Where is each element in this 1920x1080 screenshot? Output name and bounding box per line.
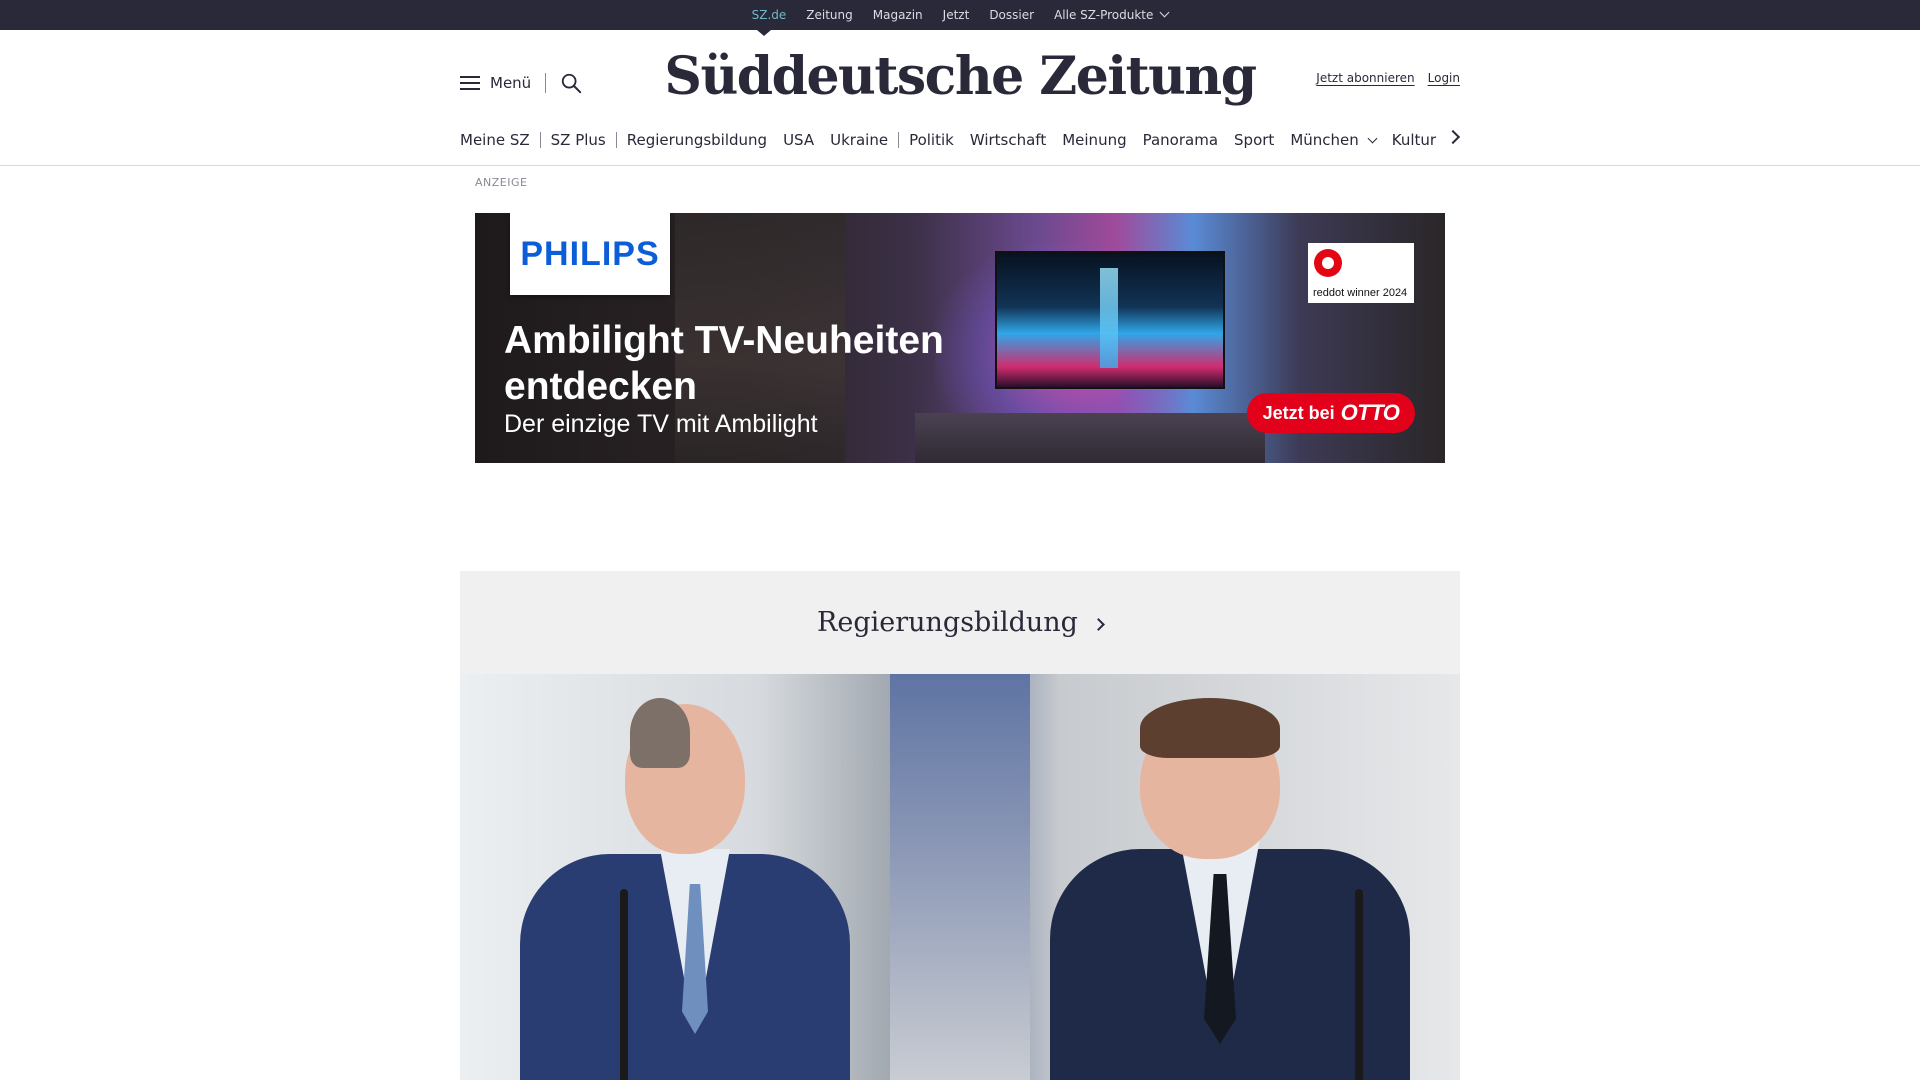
top-bar-links: SZ.de Zeitung Magazin Jetzt Dossier Alle… xyxy=(0,0,1920,30)
chevron-right-icon xyxy=(1092,618,1105,631)
login-link[interactable]: Login xyxy=(1428,71,1460,85)
topbar-link-jetzt[interactable]: Jetzt xyxy=(943,8,970,22)
section-header-regierungsbildung[interactable]: Regierungsbildung xyxy=(460,571,1460,674)
photo-person-left-hair xyxy=(630,698,690,768)
nav-item-muenchen[interactable]: München xyxy=(1290,131,1378,149)
topbar-link-dossier[interactable]: Dossier xyxy=(989,8,1034,22)
topbar-link-magazin[interactable]: Magazin xyxy=(873,8,923,22)
nav-divider xyxy=(615,132,617,148)
topbar-link-alle-produkte[interactable]: Alle SZ-Produkte xyxy=(1054,7,1170,22)
nav-item-regierungsbildung[interactable]: Regierungsbildung xyxy=(627,131,767,149)
nav-item-muenchen-label: München xyxy=(1290,131,1359,149)
topbar-link-alle-produkte-label: Alle SZ-Produkte xyxy=(1054,8,1154,22)
nav-divider xyxy=(539,132,541,148)
topbar-link-sz-de[interactable]: SZ.de xyxy=(752,8,787,22)
nav-scroll-right-icon[interactable] xyxy=(1445,129,1461,145)
header-account-links: Jetzt abonnieren Login xyxy=(1300,71,1460,85)
topbar-link-zeitung[interactable]: Zeitung xyxy=(806,8,852,22)
header-divider-line xyxy=(0,165,1920,166)
nav-item-meinung[interactable]: Meinung xyxy=(1062,131,1126,149)
ad-cta-button[interactable]: Jetzt bei OTTO xyxy=(1247,393,1415,433)
nav-item-politik[interactable]: Politik xyxy=(909,131,954,149)
reddot-award-badge: reddot winner 2024 xyxy=(1308,243,1414,303)
photo-microphone-right xyxy=(1355,889,1363,1080)
ad-brand-text: PHILIPS xyxy=(520,234,660,273)
reddot-icon xyxy=(1314,249,1342,277)
ad-tv-cabinet xyxy=(915,413,1265,463)
nav-item-panorama[interactable]: Panorama xyxy=(1143,131,1218,149)
site-logo[interactable]: Süddeutsche Zeitung xyxy=(0,46,1920,107)
ad-subline: Der einzige TV mit Ambilight xyxy=(504,410,818,438)
ad-brand-logo: PHILIPS xyxy=(510,213,670,295)
nav-item-wirtschaft[interactable]: Wirtschaft xyxy=(970,131,1046,149)
nav-item-sz-plus[interactable]: SZ Plus xyxy=(551,131,606,149)
subscribe-link[interactable]: Jetzt abonnieren xyxy=(1316,71,1414,85)
ad-banner[interactable]: PHILIPS Ambilight TV-Neuheiten entdecken… xyxy=(475,213,1445,463)
main-navigation: Meine SZ SZ Plus Regierungsbildung USA U… xyxy=(460,128,1461,152)
lead-article-photo[interactable] xyxy=(460,674,1460,1080)
nav-item-ukraine[interactable]: Ukraine xyxy=(830,131,888,149)
ad-cta-brand: OTTO xyxy=(1340,400,1400,425)
photo-background-panel xyxy=(890,674,1030,1080)
nav-item-sport[interactable]: Sport xyxy=(1234,131,1274,149)
section-title: Regierungsbildung xyxy=(817,607,1078,638)
nav-item-usa[interactable]: USA xyxy=(783,131,814,149)
chevron-down-icon xyxy=(1367,133,1378,144)
active-indicator-caret xyxy=(757,30,771,36)
ad-headline: Ambilight TV-Neuheiten entdecken xyxy=(504,319,944,408)
nav-divider xyxy=(898,132,900,148)
chevron-down-icon xyxy=(1159,7,1170,18)
photo-microphone-left xyxy=(620,889,628,1080)
reddot-badge-text: reddot winner 2024 xyxy=(1313,287,1408,299)
ad-label: ANZEIGE xyxy=(475,176,528,189)
ad-cta-prefix: Jetzt bei xyxy=(1262,402,1335,423)
top-bar: SZ.de Zeitung Magazin Jetzt Dossier Alle… xyxy=(0,0,1920,30)
ad-tv-image xyxy=(995,251,1225,389)
photo-person-right-hair xyxy=(1140,698,1280,758)
nav-item-kultur[interactable]: Kultur xyxy=(1392,131,1436,149)
nav-item-meine-sz[interactable]: Meine SZ xyxy=(460,131,530,149)
